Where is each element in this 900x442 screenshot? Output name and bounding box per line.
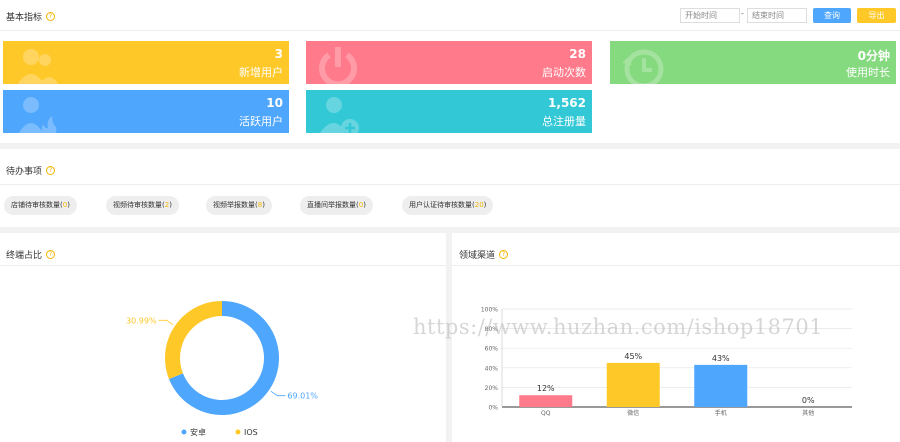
todo-label: 视频举报数量 [213,201,255,209]
start-time-input[interactable]: 开始时间 [680,8,740,23]
x-tick-label: QQ [541,410,551,417]
donut-slice-label: 30.99% [126,316,157,325]
card-active-users[interactable]: 10 活跃用户 [3,90,289,133]
todo-item[interactable]: 视频待审核数量(2) [106,196,179,215]
legend-dot [235,429,241,435]
end-time-input[interactable]: 结束时间 [747,8,807,23]
card-value: 0分钟 [857,49,890,63]
card-value: 28 [569,47,586,61]
x-tick-label: 手机 [715,409,727,417]
card-label: 新增用户 [239,66,283,79]
date-separator: - [741,9,744,18]
card-label: 使用时长 [846,66,890,79]
bar-value-label: 43% [712,354,730,363]
todo-count: 2 [164,201,170,209]
user-fire-icon [18,97,57,133]
channel-bar-chart: 0%20%40%60%80%100%12%QQ45%微信43%手机0%其他 [481,307,852,417]
todo-count: 8 [257,201,263,209]
bar-value-label: 12% [537,384,555,393]
todo-title: 待办事项 ? [6,164,56,177]
y-tick-label: 20% [485,385,499,392]
todo-label: 店铺待审核数量 [11,201,60,209]
card-value: 10 [266,96,283,110]
todo-item[interactable]: 直播间举报数量(0) [300,196,373,215]
donut-label-line [158,319,174,326]
export-button[interactable]: 导出 [857,8,896,23]
todo-count: 0 [62,201,68,209]
y-tick-label: 60% [485,346,499,353]
todo-item[interactable]: 视频举报数量(8) [206,196,272,215]
card-label: 启动次数 [542,66,586,79]
card-value: 3 [274,47,283,61]
watermark: https://www.huzhan.com/ishop18701 [413,315,824,339]
card-new-users[interactable]: 3 新增用户 [3,41,289,84]
power-icon [319,47,357,84]
help-icon[interactable]: ? [46,12,56,21]
bar-手机[interactable] [694,364,748,407]
help-icon[interactable]: ? [499,250,509,259]
x-tick-label: 其他 [802,409,814,417]
query-button[interactable]: 查询 [813,8,851,23]
divider [0,184,900,185]
help-icon[interactable]: ? [46,166,56,175]
todo-count: 20 [474,201,484,209]
bar-value-label: 45% [624,352,642,361]
legend-dot [181,429,187,435]
todo-panel [0,149,900,227]
card-value: 1,562 [548,96,586,110]
clock-icon [622,49,664,84]
user-add-icon [320,97,359,133]
bar-QQ[interactable] [519,395,573,407]
donut-label-line [270,390,286,397]
todo-count: 0 [358,201,364,209]
todo-title-text: 待办事项 [6,167,43,177]
bar-value-label: 0% [802,396,815,405]
bar-微信[interactable] [606,362,660,407]
users-icon [17,49,59,84]
channel-title-text: 领域渠道 [459,251,496,261]
y-tick-label: 0% [488,405,498,412]
divider [0,30,900,31]
todo-label: 视频待审核数量 [113,201,162,209]
terminal-title: 终端占比 ? [6,248,56,261]
legend-label[interactable]: 安卓 [190,427,206,437]
card-usage-duration[interactable]: 0分钟 使用时长 [610,41,896,84]
donut-slice-label: 69.01% [287,392,318,401]
basic-indicators-title-text: 基本指标 [6,13,43,23]
terminal-donut-chart: 69.01% 30.99% 安卓 IOS [126,301,318,437]
legend-label[interactable]: IOS [244,428,258,437]
todo-label: 直播间举报数量 [307,201,356,209]
y-tick-label: 100% [481,307,498,314]
donut-slice-1[interactable] [165,301,222,379]
x-tick-label: 微信 [627,409,639,417]
todo-label: 用户认证待审核数量 [409,201,472,209]
card-total-registrations[interactable]: 1,562 总注册量 [306,90,592,133]
card-label: 总注册量 [542,115,586,128]
channel-title: 领域渠道 ? [459,248,509,261]
todo-item[interactable]: 用户认证待审核数量(20) [402,196,494,215]
card-label: 活跃用户 [239,115,283,128]
y-tick-label: 40% [485,365,499,372]
basic-indicators-title: 基本指标 ? [6,10,56,23]
terminal-title-text: 终端占比 [6,251,43,261]
help-icon[interactable]: ? [46,250,56,259]
todo-item[interactable]: 店铺待审核数量(0) [4,196,77,215]
card-launch-count[interactable]: 28 启动次数 [306,41,592,84]
